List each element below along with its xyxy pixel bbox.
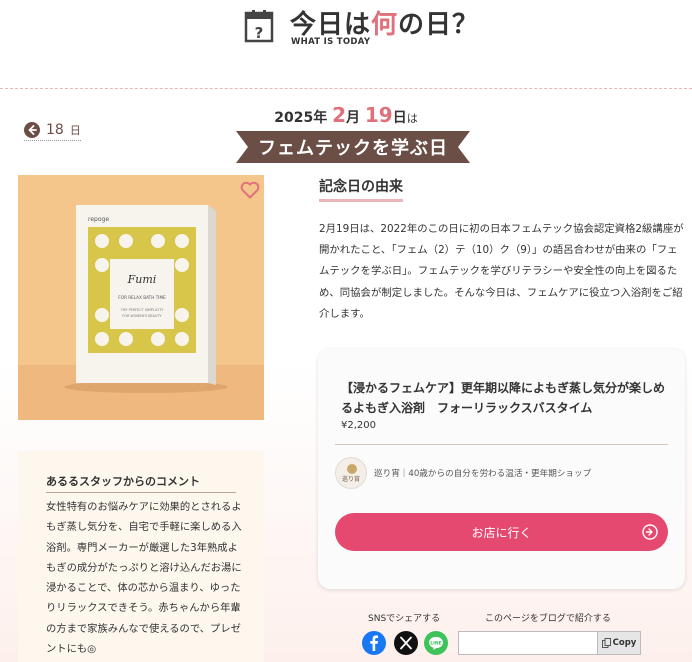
origin-body: 2月19日は、2022年のこの日に初の日本フェムテック協会認定資格2級講座が開か… — [319, 223, 684, 320]
copy-button[interactable]: Copy — [598, 631, 641, 655]
date-year: 2025年 — [274, 110, 328, 126]
box-line2: THE PERFECT SIMPLICITY — [120, 308, 164, 312]
date-day-unit: 日 — [392, 110, 407, 126]
box-line3: FOR WOMEN'S BEAUTY — [122, 314, 162, 318]
product-divider — [335, 444, 668, 445]
blog-link-input[interactable] — [458, 631, 598, 655]
shop-name[interactable]: 巡り宵｜40歳からの自分を労わる温活・更年期ショップ — [374, 467, 591, 479]
line-icon-text: LINE — [430, 640, 442, 646]
header-divider — [0, 88, 692, 89]
line-icon[interactable]: LINE — [424, 631, 448, 655]
title-pre: 今日は — [290, 10, 372, 40]
copy-label: Copy — [612, 638, 637, 648]
day-name: フェムテックを学ぶ日 — [258, 138, 448, 159]
shop-logo-text: 巡り宵 — [341, 476, 360, 483]
box-line1: FOR RELAX BATH TIME — [118, 295, 166, 300]
date-month-unit: 月 — [346, 110, 361, 126]
box-brand: repoge — [88, 216, 109, 223]
origin-title: 記念日の由来 — [319, 176, 403, 202]
go-to-shop-label: お店に行く — [471, 525, 532, 540]
date-day: 19 — [364, 103, 393, 127]
date-month: 2 — [332, 103, 347, 127]
shop-logo — [335, 457, 367, 489]
go-to-shop-button[interactable]: お店に行く — [335, 513, 668, 551]
box-script: Fumi — [127, 273, 157, 286]
date-suffix: は — [406, 112, 418, 125]
title-post: の日？ — [398, 10, 480, 40]
question-calendar-icon: ? — [244, 10, 274, 43]
copy-icon — [601, 638, 611, 648]
title-accent: 何 — [371, 10, 399, 40]
heart-outline-icon[interactable] — [240, 181, 260, 199]
product-image[interactable]: repoge Fumi FOR RELAX BATH TIME THE PERF… — [18, 175, 264, 420]
facebook-icon[interactable] — [362, 631, 386, 655]
product-price: ¥2,200 — [341, 420, 376, 431]
arrow-right-circle-icon — [642, 524, 658, 540]
staff-comment-body: 女性特有のお悩みケアに効果的とされるよもぎ蒸し気分を、自宅で手軽に楽しめる入浴剤… — [46, 501, 242, 656]
blog-share-label: このページをブログで紹介する — [485, 614, 611, 624]
staff-comment-title: あるるスタッフからのコメント — [46, 473, 236, 493]
page-subtitle: WHAT IS TODAY — [291, 37, 371, 47]
page-title: 今日は何の日？ — [290, 4, 479, 41]
svg-text:?: ? — [255, 24, 264, 42]
x-icon[interactable] — [394, 631, 418, 655]
product-title[interactable]: 【浸かるフェムケア】更年期以降によもぎ蒸し気分が楽しめるよもぎ入浴剤 フォーリラ… — [341, 378, 666, 418]
date-heading: 2025年 2月 19日は — [0, 103, 692, 127]
sns-share-label: SNSでシェアする — [368, 614, 441, 624]
